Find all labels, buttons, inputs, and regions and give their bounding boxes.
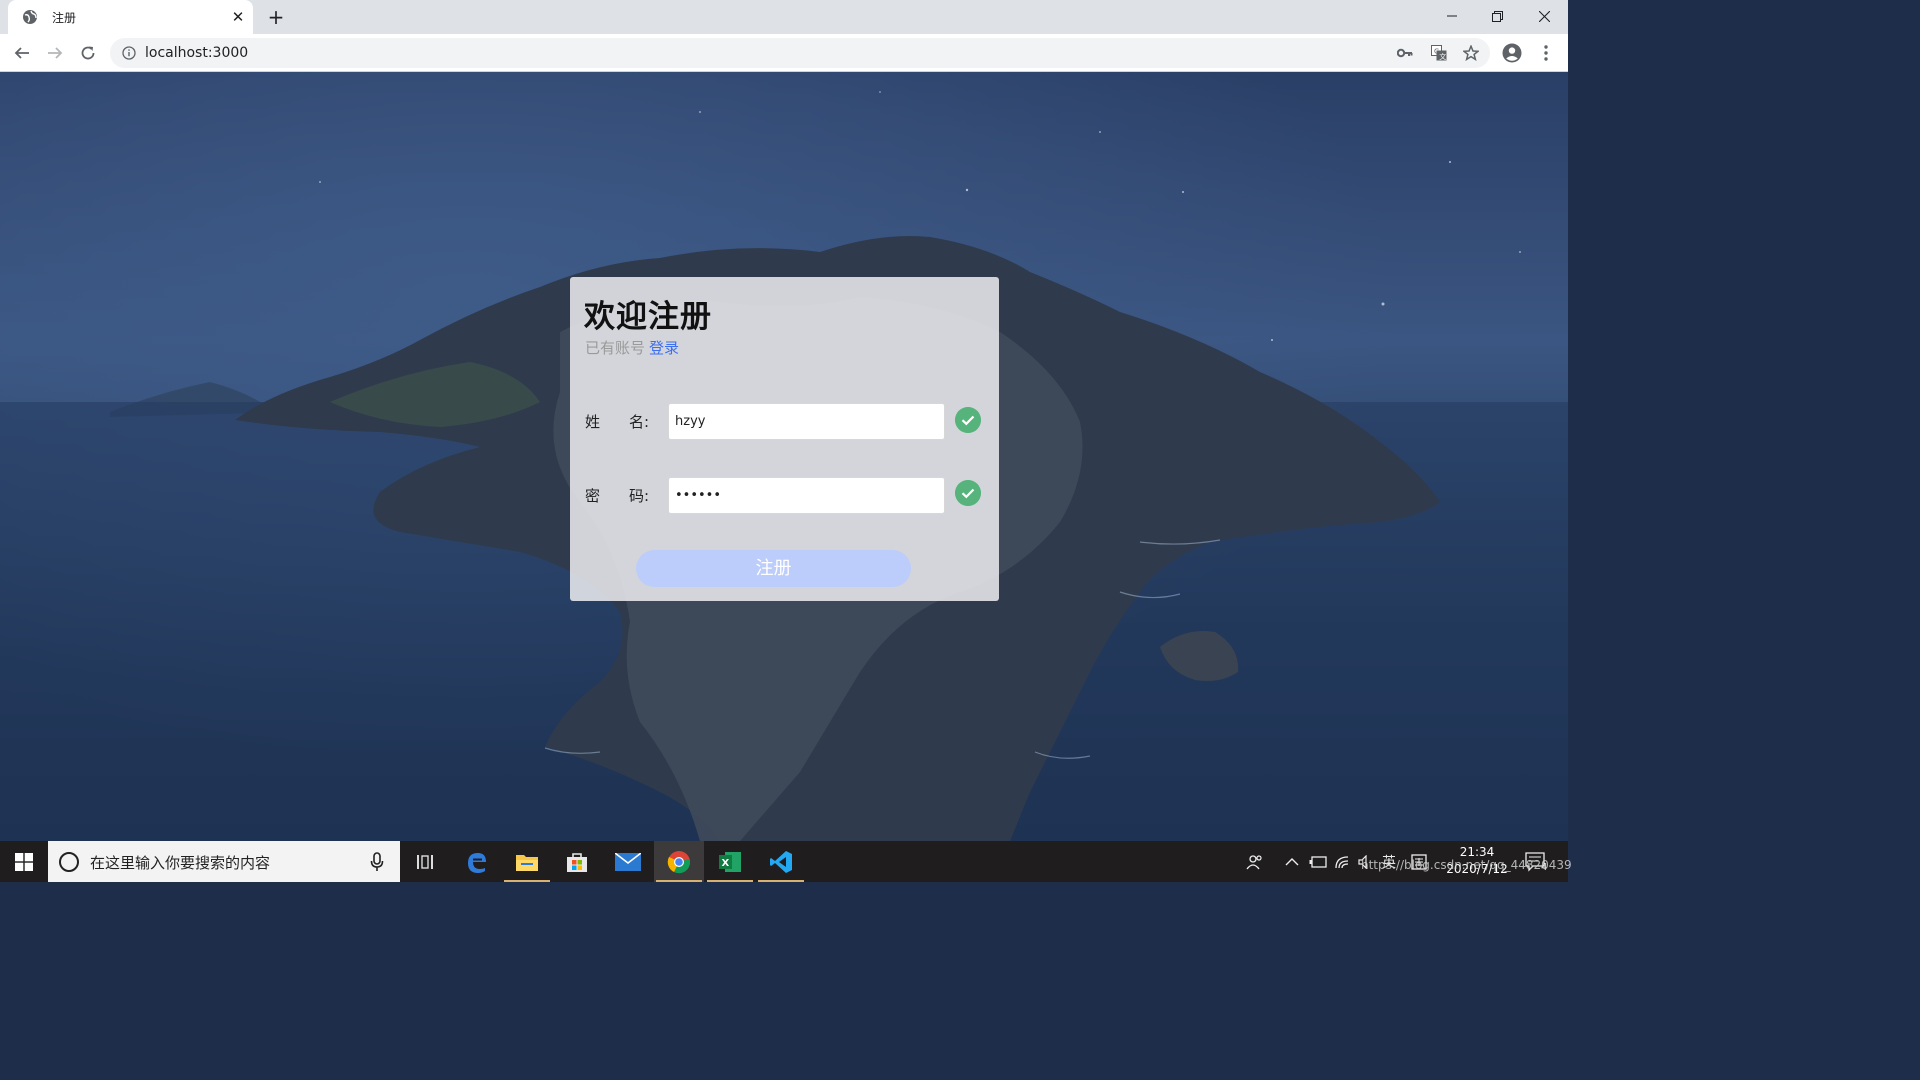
has-account-text: 已有账号 <box>585 339 646 357</box>
name-label-char-1: 姓 <box>585 413 601 431</box>
login-prompt: 已有账号 登录 <box>585 337 679 358</box>
store-bag-icon <box>567 852 587 872</box>
mail-app-button[interactable] <box>603 841 653 882</box>
login-link[interactable]: 登录 <box>649 339 679 357</box>
svg-text:文: 文 <box>1439 52 1446 61</box>
running-indicator <box>504 880 550 882</box>
address-bar[interactable]: localhost:3000 G 文 <box>110 38 1490 68</box>
tab-title: 注册 <box>52 11 77 25</box>
name-label-char-2: 名: <box>629 413 650 431</box>
restore-button[interactable] <box>1474 0 1520 32</box>
svg-text:X: X <box>722 858 730 869</box>
edge-app-button[interactable] <box>452 841 502 882</box>
minimize-icon <box>1447 15 1457 17</box>
chrome-icon <box>667 850 690 873</box>
windows-logo-icon <box>15 852 33 871</box>
back-button[interactable] <box>10 41 34 65</box>
start-button[interactable] <box>0 841 48 882</box>
browser-toolbar: localhost:3000 G 文 <box>0 34 1568 72</box>
forward-button[interactable] <box>43 41 67 65</box>
taskbar: 在这里输入你要搜索的内容 X 英 21:34 2020/7/12 4 <box>0 841 1568 882</box>
register-card: 欢迎注册 已有账号 登录 姓 名: hzyy 密 码: •••••• 注册 <box>570 277 999 601</box>
translate-icon[interactable]: G 文 <box>1430 44 1448 62</box>
cortana-icon[interactable] <box>59 852 79 872</box>
name-input[interactable]: hzyy <box>668 403 945 440</box>
key-icon[interactable] <box>1396 44 1414 62</box>
chevron-up-icon[interactable] <box>1285 841 1299 882</box>
vscode-app-button[interactable] <box>756 841 806 882</box>
menu-kebab-icon[interactable] <box>1534 41 1558 65</box>
page-background: 欢迎注册 已有账号 登录 姓 名: hzyy 密 码: •••••• 注册 <box>0 72 1568 841</box>
microphone-icon[interactable] <box>370 852 384 872</box>
arrow-left-icon <box>14 47 29 59</box>
password-input[interactable]: •••••• <box>668 477 945 514</box>
reload-button[interactable] <box>76 41 100 65</box>
browser-tab[interactable]: 注册 ✕ <box>8 0 253 34</box>
wifi-icon[interactable] <box>1334 841 1350 882</box>
globe-icon <box>23 10 37 24</box>
password-label-char-2: 码: <box>629 487 650 505</box>
url-text[interactable]: localhost:3000 <box>145 45 248 61</box>
taskbar-search-box[interactable]: 在这里输入你要搜索的内容 <box>48 841 400 882</box>
watermark-text: https://blog.csdn.net/qq_44820439 <box>1361 858 1572 872</box>
chrome-app-button[interactable] <box>654 841 704 882</box>
folder-icon <box>516 854 538 871</box>
task-view-button[interactable] <box>400 841 450 882</box>
new-tab-button[interactable]: + <box>265 7 287 29</box>
check-circle-icon <box>955 407 981 433</box>
vscode-icon <box>770 850 792 873</box>
excel-icon: X <box>719 851 741 872</box>
profile-avatar-icon[interactable] <box>1500 41 1524 65</box>
close-tab-icon[interactable]: ✕ <box>230 9 246 25</box>
bookmark-star-icon[interactable] <box>1462 44 1480 62</box>
search-placeholder: 在这里输入你要搜索的内容 <box>90 854 271 872</box>
people-icon[interactable] <box>1246 841 1264 882</box>
file-explorer-button[interactable] <box>502 841 552 882</box>
excel-app-button[interactable]: X <box>705 841 755 882</box>
reload-icon <box>81 46 95 60</box>
minimize-button[interactable] <box>1429 0 1475 32</box>
edge-icon <box>468 852 486 873</box>
store-app-button[interactable] <box>552 841 602 882</box>
running-indicator <box>656 880 702 882</box>
arrow-right-icon <box>48 47 63 59</box>
restore-icon <box>1491 10 1503 22</box>
page-title: 欢迎注册 <box>584 299 712 335</box>
password-label-char-1: 密 <box>585 487 601 505</box>
running-indicator <box>758 880 804 882</box>
close-window-button[interactable] <box>1521 0 1567 32</box>
info-icon[interactable] <box>122 46 136 60</box>
running-indicator <box>707 880 753 882</box>
mail-envelope-icon <box>615 852 641 871</box>
register-button[interactable]: 注册 <box>636 550 911 587</box>
close-icon <box>1538 10 1550 22</box>
battery-icon[interactable] <box>1309 841 1327 882</box>
check-circle-icon <box>955 480 981 506</box>
tab-strip: 注册 ✕ + <box>0 0 1568 34</box>
task-view-icon <box>417 854 433 869</box>
